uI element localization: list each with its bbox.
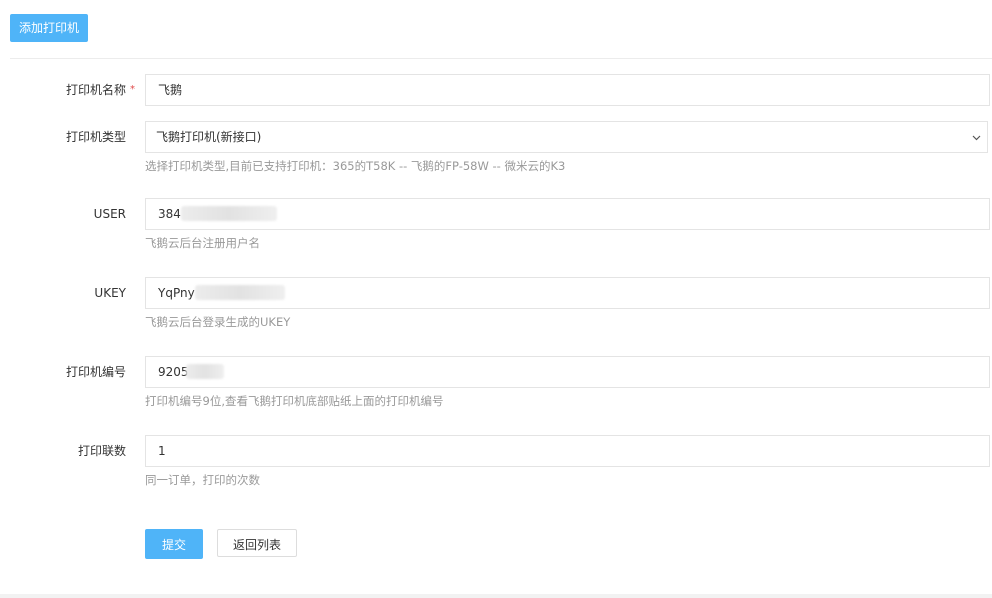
back-to-list-button[interactable]: 返回列表 <box>217 529 297 557</box>
submit-button[interactable]: 提交 <box>145 529 203 559</box>
printer-type-help: 选择打印机类型,目前已支持打印机：365的T58K -- 飞鹅的FP-58W -… <box>145 159 566 173</box>
print-copies-input[interactable] <box>145 435 990 467</box>
ukey-help: 飞鹅云后台登录生成的UKEY <box>145 315 291 329</box>
print-copies-label: 打印联数 <box>77 444 126 458</box>
printer-type-label: 打印机类型 <box>65 130 126 144</box>
add-printer-button[interactable]: 添加打印机 <box>10 14 89 42</box>
chevron-down-icon <box>972 122 981 152</box>
required-mark: * <box>130 84 135 95</box>
printer-name-label: 打印机名称 <box>65 83 126 97</box>
user-help: 飞鹅云后台注册用户名 <box>145 236 260 250</box>
redaction-blur <box>186 364 224 379</box>
user-label: USER <box>93 207 126 221</box>
footer-divider <box>0 594 992 598</box>
ukey-label: UKEY <box>94 286 126 300</box>
printer-sn-help: 打印机编号9位,查看飞鹅打印机底部贴纸上面的打印机编号 <box>145 394 444 408</box>
printer-type-selected: 飞鹅打印机(新接口) <box>156 130 262 144</box>
divider <box>10 58 992 59</box>
toolbar: 添加打印机 <box>10 14 89 42</box>
printer-type-select[interactable]: 飞鹅打印机(新接口) <box>145 121 988 153</box>
printer-sn-label: 打印机编号 <box>65 365 126 379</box>
redaction-blur <box>195 285 285 300</box>
printer-sn-input[interactable] <box>145 356 990 388</box>
printer-name-input[interactable] <box>145 74 990 106</box>
redaction-blur <box>181 206 277 221</box>
print-copies-help: 同一订单，打印的次数 <box>145 473 260 487</box>
